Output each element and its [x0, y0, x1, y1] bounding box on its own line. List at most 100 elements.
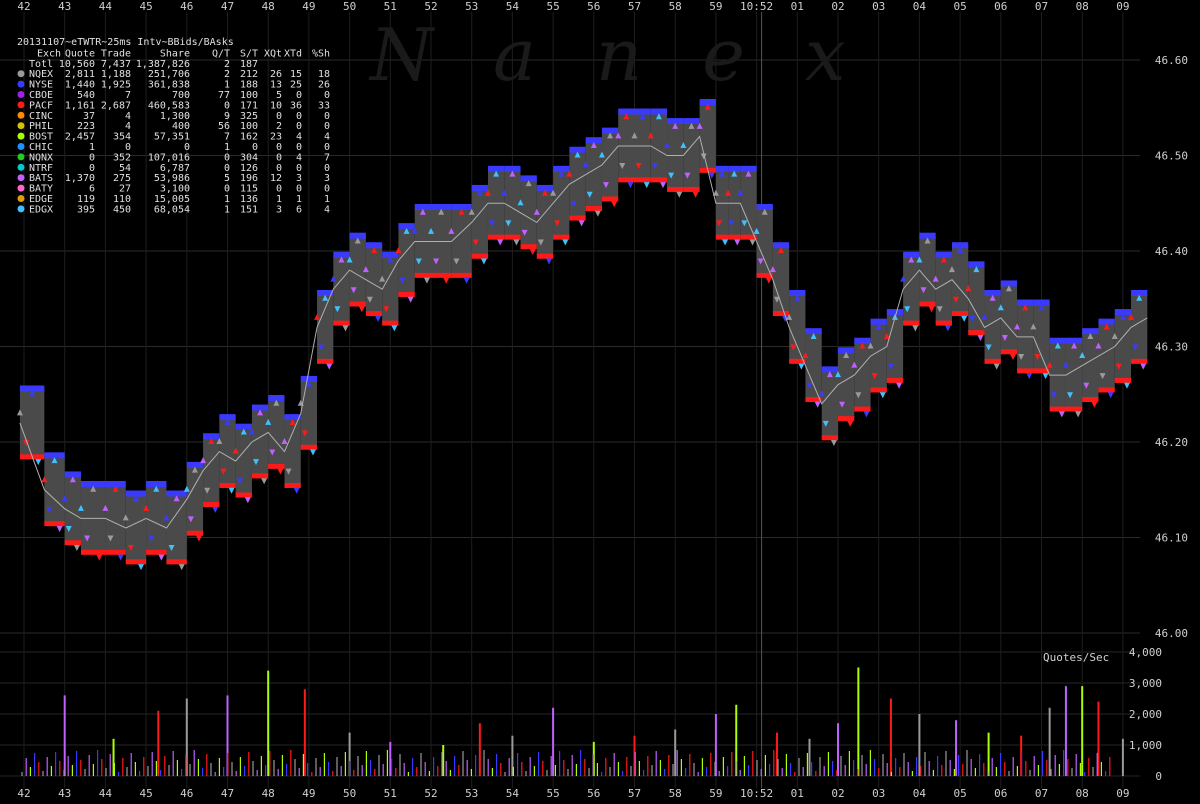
table-cell: 1 — [324, 194, 330, 205]
table-cell: 136 — [240, 194, 258, 205]
x-tick-label-top: 55 — [546, 0, 559, 13]
bid-band — [715, 234, 729, 240]
volume-tick-label: 0 — [1155, 770, 1162, 783]
table-cell: 540 — [77, 90, 95, 101]
table-cell: 57,351 — [154, 132, 190, 143]
chart-svg: Nanex 46.00 46.10 46.20 46.30 46.40 46.50 46.6… — [0, 0, 1200, 800]
table-title: 20131107~eTWTR~25ms Intv~BBids/BAsks — [17, 37, 234, 48]
x-tick-label-bottom: 58 — [669, 787, 682, 800]
bid-band — [821, 435, 838, 441]
table-cell: 395 — [77, 204, 95, 215]
spread-band — [854, 341, 871, 409]
table-cell: 354 — [113, 132, 131, 143]
table-cell: 0 — [224, 152, 230, 163]
table-cell: 1,300 — [160, 111, 190, 122]
x-tick-label-top: 48 — [262, 0, 275, 13]
bid-band — [903, 320, 920, 326]
x-tick-label-top: 04 — [913, 0, 927, 13]
volume-tick-label: 4,000 — [1129, 646, 1162, 659]
x-tick-label-top: 02 — [831, 0, 844, 13]
table-cell: 450 — [113, 204, 131, 215]
spread-band — [919, 236, 936, 304]
table-cell: 56 — [218, 121, 230, 132]
spread-band — [886, 313, 904, 380]
spread-band — [805, 332, 822, 400]
exchange-name: NQNX — [29, 152, 53, 163]
bid-band — [984, 358, 1001, 364]
price-tick-label: 46.40 — [1155, 245, 1188, 258]
x-tick-label-top: 09 — [1116, 0, 1129, 13]
x-tick-label-bottom: 06 — [994, 787, 1007, 800]
spread-band — [105, 484, 126, 552]
bid-band — [398, 291, 415, 297]
table-cell: 0 — [89, 152, 95, 163]
x-tick-label-top: 44 — [99, 0, 113, 13]
table-cell: 4 — [324, 132, 330, 143]
bid-band — [186, 530, 204, 536]
bid-band — [667, 186, 684, 192]
table-cell: 0 — [184, 142, 190, 153]
spread-band — [984, 293, 1001, 361]
spread-band — [44, 456, 65, 524]
x-tick-label-top: 49 — [302, 0, 315, 13]
bid-band — [618, 177, 635, 183]
table-cell: 7,437 — [101, 59, 131, 70]
bid-band — [146, 549, 167, 555]
spread-band — [398, 227, 415, 294]
table-cell: 325 — [240, 111, 258, 122]
bid-band — [203, 502, 220, 508]
x-tick-label-bottom: 42 — [17, 787, 30, 800]
exchange-name: Totl — [29, 59, 53, 70]
bid-band — [1049, 406, 1066, 412]
table-cell: 10,560 — [59, 59, 95, 70]
spread-band — [1033, 303, 1050, 371]
bid-band — [235, 492, 252, 498]
exchange-name: BATY — [29, 184, 53, 195]
table-header: XTd — [284, 48, 302, 59]
table-cell: 23 — [270, 132, 282, 143]
bid-band — [585, 206, 602, 212]
exchange-name: PHIL — [29, 121, 53, 132]
table-cell: 36 — [290, 100, 302, 111]
x-tick-label-top: 56 — [587, 0, 600, 13]
bid-band — [569, 215, 586, 221]
bid-band — [105, 549, 126, 555]
table-cell: 5 — [276, 90, 282, 101]
x-tick-label-bottom: 46 — [180, 787, 193, 800]
spread-band — [870, 322, 887, 390]
exchange-name: PACF — [29, 100, 53, 111]
exchange-name: CBOE — [29, 90, 53, 101]
bid-band — [1114, 377, 1132, 383]
table-cell: 7 — [324, 152, 330, 163]
spread-band — [935, 255, 952, 323]
bid-band — [349, 301, 366, 307]
spread-band — [471, 188, 488, 256]
bid-band — [451, 272, 472, 278]
table-cell: 4 — [296, 132, 302, 143]
table-cell: 162 — [240, 132, 258, 143]
table-cell: 107,016 — [148, 152, 190, 163]
price-tick-label: 46.10 — [1155, 532, 1188, 545]
bid-band — [935, 320, 952, 326]
spread-band — [64, 475, 81, 543]
table-cell: 15 — [290, 69, 302, 80]
spread-band — [300, 379, 318, 447]
x-tick-label-bottom: 44 — [99, 787, 113, 800]
bid-band — [650, 177, 668, 183]
spread-band — [821, 370, 838, 438]
exchange-swatch — [17, 70, 25, 78]
bid-band — [166, 559, 187, 565]
spread-band — [125, 494, 147, 562]
bid-band — [553, 234, 570, 240]
bid-band — [634, 177, 651, 183]
table-cell: 1,188 — [101, 69, 131, 80]
bid-band — [471, 253, 488, 259]
table-cell: 6,787 — [160, 163, 190, 174]
table-cell: 0 — [324, 121, 330, 132]
x-tick-label-top: 43 — [58, 0, 71, 13]
table-cell: 0 — [324, 90, 330, 101]
bid-band — [870, 387, 887, 393]
table-cell: 0 — [296, 184, 302, 195]
x-tick-label-bottom: 05 — [953, 787, 966, 800]
table-header: S/T — [240, 48, 258, 59]
